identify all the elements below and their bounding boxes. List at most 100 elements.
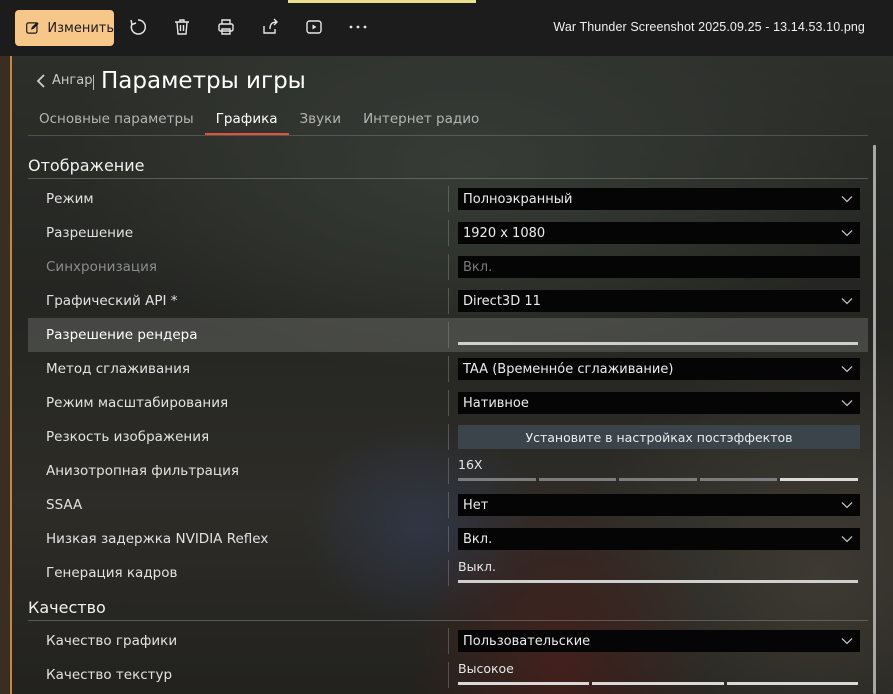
dropdown-value: TAA (Временно́е сглаживание) xyxy=(463,361,674,377)
setting-label: Генерация кадров xyxy=(46,565,178,581)
section-divider xyxy=(28,178,868,179)
ssaa-dropdown[interactable]: Нет xyxy=(458,494,860,516)
tab-sounds[interactable]: Звуки xyxy=(289,107,353,135)
setting-label: Разрешение xyxy=(46,225,134,241)
dropdown-value: 1920 x 1080 xyxy=(463,225,546,241)
slider-step xyxy=(458,478,536,481)
file-title: War Thunder Screenshot 2025.09.25 - 13.1… xyxy=(553,20,865,34)
setting-row-texture-quality: Качество текстур Высокое xyxy=(28,658,868,692)
graphics-quality-dropdown[interactable]: Пользовательские xyxy=(458,630,860,652)
chevron-down-icon xyxy=(841,502,853,509)
slider-step-active xyxy=(726,682,858,685)
setting-row-vsync: Синхронизация Вкл. xyxy=(28,250,868,284)
tab-internet-radio[interactable]: Интернет радио xyxy=(352,107,490,135)
setting-row-scaling-mode: Режим масштабирования Нативное xyxy=(28,386,868,420)
section-title-display: Отображение xyxy=(28,156,145,175)
edit-button[interactable]: Изменить xyxy=(15,10,114,46)
setting-row-render-resolution: Разрешение рендера xyxy=(28,318,868,352)
postfx-settings-button[interactable]: Установите в настройках постэффектов xyxy=(458,425,860,449)
chevron-down-icon xyxy=(841,400,853,407)
setting-row-graphics-quality: Качество графики Пользовательские xyxy=(28,624,868,658)
setting-row-graphics-api: Графический API * Direct3D 11 xyxy=(28,284,868,318)
delete-icon[interactable] xyxy=(171,16,193,38)
page-title: Параметры игры xyxy=(101,68,306,94)
print-icon[interactable] xyxy=(215,16,237,38)
edit-icon xyxy=(26,22,39,34)
dropdown-value: Вкл. xyxy=(463,259,493,275)
setting-row-resolution: Разрешение 1920 x 1080 xyxy=(28,216,868,250)
render-resolution-slider[interactable] xyxy=(458,342,858,345)
chevron-down-icon xyxy=(841,536,853,543)
tab-graphics[interactable]: Графика xyxy=(204,107,289,135)
chevron-left-icon xyxy=(36,73,45,88)
edit-button-label: Изменить xyxy=(47,20,114,36)
setting-row-anisotropic: Анизотропная фильтрация 16X xyxy=(28,454,868,488)
dropdown-value: Полноэкранный xyxy=(463,191,573,207)
window-frame-edge xyxy=(0,56,12,694)
mode-dropdown[interactable]: Полноэкранный xyxy=(458,188,860,210)
tab-general[interactable]: Основные параметры xyxy=(28,107,205,135)
slider-value: 16X xyxy=(458,457,483,472)
slider-step xyxy=(538,478,617,481)
share-icon[interactable] xyxy=(259,16,281,38)
setting-label: Качество графики xyxy=(46,633,178,649)
header-divider xyxy=(93,75,94,90)
game-screenshot: Ангар Параметры игры Основные параметры … xyxy=(0,56,893,694)
back-to-hangar-link[interactable]: Ангар xyxy=(36,73,92,88)
setting-label: Качество текстур xyxy=(46,667,173,683)
setting-label: Разрешение рендера xyxy=(46,327,198,343)
dropdown-value: Нет xyxy=(463,497,489,513)
more-icon[interactable] xyxy=(347,16,369,38)
setting-row-sharpness: Резкость изображения Установите в настро… xyxy=(28,420,868,454)
setting-label: Анизотропная фильтрация xyxy=(46,463,239,479)
setting-label: SSAA xyxy=(46,497,83,513)
vsync-dropdown: Вкл. xyxy=(458,256,860,278)
dropdown-value: Нативное xyxy=(463,395,529,411)
window-accent-bar xyxy=(288,0,476,3)
setting-row-frame-generation: Генерация кадров Выкл. xyxy=(28,556,868,590)
slideshow-icon[interactable] xyxy=(303,16,325,38)
viewer-toolbar: Изменить War Thunder Screenshot 2025.09.… xyxy=(0,0,893,56)
back-label: Ангар xyxy=(52,73,93,88)
texture-quality-slider[interactable] xyxy=(458,682,858,685)
setting-row-mode: Режим Полноэкранный xyxy=(28,182,868,216)
setting-row-ssaa: SSAA Нет xyxy=(28,488,868,522)
dropdown-value: Вкл. xyxy=(463,531,493,547)
antialiasing-dropdown[interactable]: TAA (Временно́е сглаживание) xyxy=(458,358,860,380)
chevron-down-icon xyxy=(841,298,853,305)
slider-step-active xyxy=(780,478,858,481)
scaling-mode-dropdown[interactable]: Нативное xyxy=(458,392,860,414)
slider-step-active xyxy=(592,682,724,685)
chevron-down-icon xyxy=(841,638,853,645)
setting-label: Режим масштабирования xyxy=(46,395,229,411)
section-title-quality: Качество xyxy=(28,598,106,617)
dropdown-value: Direct3D 11 xyxy=(463,293,541,309)
slider-step xyxy=(699,478,778,481)
setting-row-nvidia-reflex: Низкая задержка NVIDIA Reflex Вкл. xyxy=(28,522,868,556)
anisotropic-slider[interactable] xyxy=(458,478,858,481)
frame-generation-slider[interactable] xyxy=(458,580,858,583)
slider-value: Высокое xyxy=(458,661,514,676)
setting-label: Синхронизация xyxy=(46,259,157,275)
resolution-dropdown[interactable]: 1920 x 1080 xyxy=(458,222,860,244)
graphics-api-dropdown[interactable]: Direct3D 11 xyxy=(458,290,860,312)
setting-label: Метод сглаживания xyxy=(46,361,191,377)
tabs-divider xyxy=(28,135,868,136)
chevron-down-icon xyxy=(841,230,853,237)
setting-label: Графический API * xyxy=(46,293,178,309)
slider-step-active xyxy=(458,682,590,685)
settings-tabs: Основные параметры Графика Звуки Интерне… xyxy=(28,107,490,135)
slider-step xyxy=(619,478,697,481)
setting-label: Режим xyxy=(46,191,94,207)
dropdown-value: Пользовательские xyxy=(463,633,591,649)
setting-label: Резкость изображения xyxy=(46,429,210,445)
settings-scrollbar[interactable] xyxy=(873,145,876,694)
setting-label: Низкая задержка NVIDIA Reflex xyxy=(46,531,269,547)
chevron-down-icon xyxy=(841,196,853,203)
nvidia-reflex-dropdown[interactable]: Вкл. xyxy=(458,528,860,550)
rotate-icon[interactable] xyxy=(127,16,149,38)
section-divider xyxy=(28,620,868,621)
chevron-down-icon xyxy=(841,366,853,373)
slider-value: Выкл. xyxy=(458,559,496,574)
setting-row-antialiasing: Метод сглаживания TAA (Временно́е сглажи… xyxy=(28,352,868,386)
